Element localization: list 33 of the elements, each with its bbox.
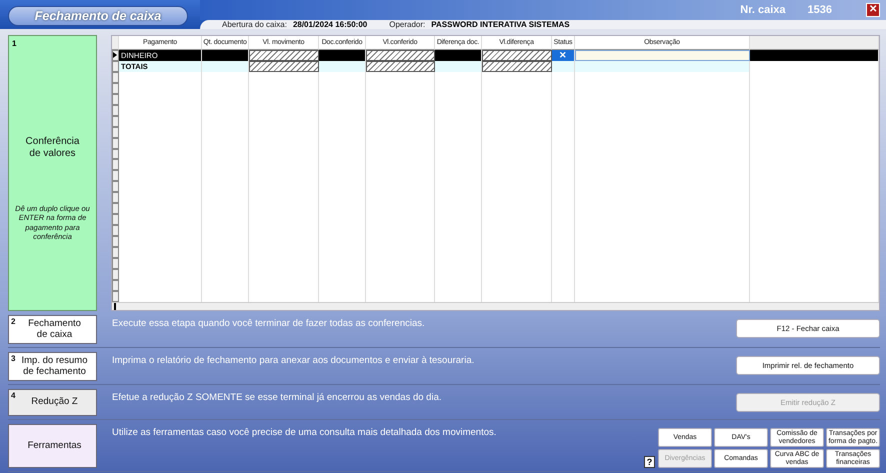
horizontal-scrollbar[interactable] [112, 302, 879, 310]
info-value: PASSWORD INTERATIVA SISTEMAS [431, 20, 570, 29]
step-button[interactable]: Ferramentas [8, 424, 97, 468]
header-cell [112, 36, 119, 50]
step-button[interactable]: 2 Fechamento de caixa [8, 315, 97, 344]
observation-field[interactable] [575, 50, 750, 61]
hatched-cell [249, 50, 319, 61]
table-cell [319, 50, 366, 61]
table-cell [435, 50, 482, 61]
status-cell: ✕ [552, 50, 575, 61]
row-pointer-icon [113, 52, 117, 58]
info-label: Abertura do caixa: [222, 20, 287, 29]
hatched-cell [366, 60, 435, 72]
help-button[interactable]: ? [644, 456, 655, 468]
register-number: 1536 [808, 4, 832, 16]
hatched-cell [482, 50, 552, 61]
step-number: 1 [12, 39, 18, 48]
step-description: Efetue a redução Z SOMENTE se esse terminal já encerrou as vendas do dia. [111, 391, 442, 403]
hatched-cell [366, 50, 435, 61]
info-value: 28/01/2024 16:50:00 [292, 20, 368, 29]
window-title: Fechamento de caixa [8, 6, 188, 26]
hatched-cell [249, 60, 319, 72]
table-cell [202, 50, 249, 61]
step-description: Execute essa etapa quando você terminar de fazer todas as conferencias. [111, 317, 426, 329]
register-label: Nr. caixa [740, 4, 786, 16]
row-selector[interactable] [112, 50, 119, 61]
step-title: Conferência de valores [24, 136, 80, 160]
close-button[interactable]: ✕ [866, 3, 880, 17]
step-description: Imprima o relatório de fechamento para anexar aos documentos e enviar à tesouraria. [111, 354, 476, 366]
hatched-cell [482, 60, 552, 72]
step-description: Utilize as ferramentas caso você precise de uma consulta mais detalhada dos movimentos. [111, 426, 498, 438]
step-button[interactable]: 3 Imp. do resumo de fechamento [8, 352, 97, 381]
info-label: Operador: [389, 20, 426, 29]
